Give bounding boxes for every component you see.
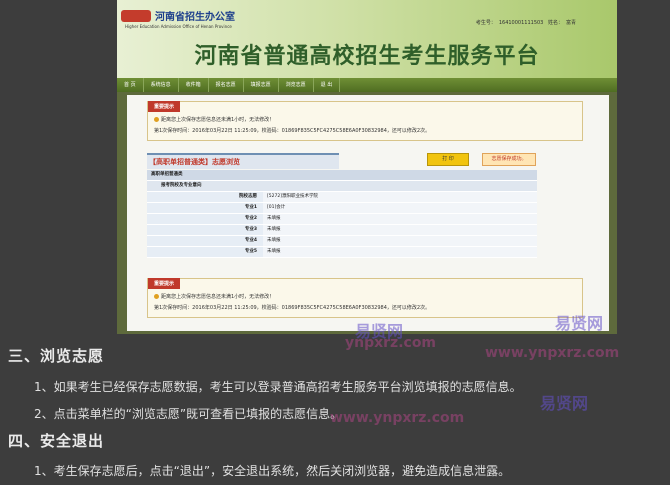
paragraph: 1、考生保存志愿后，点击“退出”，安全退出系统，然后关闭浏览器，避免造成信息泄露… xyxy=(34,464,511,478)
section-heading-browse: 三、浏览志愿 xyxy=(8,347,105,365)
paragraph: 2、点击菜单栏的“浏览志愿”既可查看已填报的志愿信息。 xyxy=(34,407,343,421)
section-heading-logout: 四、安全退出 xyxy=(8,432,105,450)
menu-fill-preferences[interactable]: 填报志愿 xyxy=(244,78,279,92)
paragraph: 1、如果考生已经保存志愿数据，考生可以登录普通高招考生服务平台浏览填报的志愿信息… xyxy=(34,380,522,394)
office-name-en: Higher Education Admission Office of Hen… xyxy=(125,24,232,29)
notice-detail: 第1次保存时间：2016年03月22日 11:25:09，校验码：01869F8… xyxy=(154,128,431,134)
user-info: 考生号： 16410001111503 姓名： 富青 xyxy=(476,19,579,26)
menu-system-info[interactable]: 系统信息 xyxy=(144,78,179,92)
screenshot-inset: 河南省招生办公室 Higher Education Admission Offi… xyxy=(117,0,617,334)
notice-tab: 重要提示 xyxy=(148,278,181,289)
menu-inbox[interactable]: 收件箱 xyxy=(179,78,209,92)
watermark: www.ynpxrz.com xyxy=(485,345,620,361)
table-row: 专业3 未填报 xyxy=(147,225,537,236)
table-row: 院校志愿 [5272]濮阳职业技术学院 xyxy=(147,192,537,203)
office-name: 河南省招生办公室 xyxy=(155,12,235,23)
warning-icon xyxy=(154,117,159,122)
candidate-no-label: 考生号： xyxy=(475,20,496,26)
preference-table: 高职单招普通类 报考院校及专业意向 院校志愿 [5272]濮阳职业技术学院 专业1… xyxy=(147,170,537,258)
notice-detail: 第1次保存时间：2016年03月22日 11:25:09，校验码：01869F8… xyxy=(154,305,431,311)
notice-tab: 重要提示 xyxy=(148,101,181,112)
menu-home[interactable]: 首 页 xyxy=(117,78,144,92)
menu-logout[interactable]: 退 出 xyxy=(314,78,341,92)
watermark: ynpxrz.com xyxy=(345,335,437,351)
table-row: 专业2 未填报 xyxy=(147,214,537,225)
watermark: 易贤网 xyxy=(540,394,589,413)
candidate-name: 富青 xyxy=(565,20,576,26)
logo xyxy=(121,10,151,22)
panel-title: 【高职单招普通类】志愿浏览 xyxy=(147,153,339,169)
batch-row: 高职单招普通类 xyxy=(147,170,537,181)
notice-top: 重要提示 距离您上次保存志愿信息还未满1小时，无法修改！ 第1次保存时间：201… xyxy=(147,101,583,141)
save-status: 志愿保存成功。 xyxy=(482,153,536,166)
name-label: 姓名： xyxy=(547,20,563,26)
menu-browse-preferences[interactable]: 浏览志愿 xyxy=(279,78,314,92)
site-banner: 河南省招生办公室 Higher Education Admission Offi… xyxy=(117,0,617,78)
watermark: www.ynpxrz.com xyxy=(330,410,465,426)
table-row: 专业4 未填报 xyxy=(147,236,537,247)
main-menu: 首 页 系统信息 收件箱 报名志愿 填报志愿 浏览志愿 退 出 xyxy=(117,78,617,92)
print-button[interactable]: 打 印 xyxy=(427,153,469,166)
warning-icon xyxy=(154,294,159,299)
notice-bottom: 重要提示 距离您上次保存志愿信息还未满1小时，无法修改！ 第1次保存时间：201… xyxy=(147,278,583,318)
candidate-no: 16410001111503 xyxy=(498,20,544,26)
platform-title: 河南省普通高校招生考生服务平台 xyxy=(194,44,540,69)
menu-registration[interactable]: 报名志愿 xyxy=(209,78,244,92)
notice-message: 距离您上次保存志愿信息还未满1小时，无法修改！ xyxy=(161,294,275,300)
school-major-header: 报考院校及专业意向 xyxy=(147,181,537,192)
table-row: 专业5 未填报 xyxy=(147,247,537,258)
notice-message: 距离您上次保存志愿信息还未满1小时，无法修改！ xyxy=(161,117,275,123)
table-row: 专业1 [01]会计 xyxy=(147,203,537,214)
watermark: 易贤网 xyxy=(555,314,604,333)
content-area: 重要提示 距离您上次保存志愿信息还未满1小时，无法修改！ 第1次保存时间：201… xyxy=(127,95,609,331)
